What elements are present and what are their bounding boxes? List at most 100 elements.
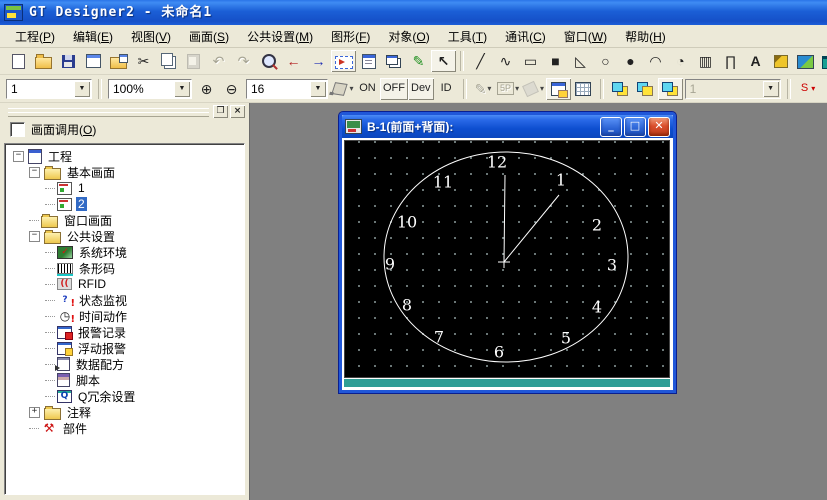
screen-list-button[interactable]	[356, 50, 381, 72]
tree-item-folder[interactable]: −公共设置	[7, 228, 242, 244]
state-off-button[interactable]: OFF	[380, 78, 408, 100]
tree-item-parts[interactable]: ⚒部件	[7, 420, 242, 436]
draw-arc-button[interactable]: ◠	[643, 50, 668, 72]
tree-item-folder[interactable]: 窗口画面	[7, 212, 242, 228]
tree-item-folder[interactable]: −基本画面	[7, 164, 242, 180]
tree-item-screen-1[interactable]: 1	[7, 180, 242, 196]
edge-tool-button[interactable]	[820, 78, 827, 100]
tree-item-status[interactable]: ?!状态监视	[7, 292, 242, 308]
tree-expander-icon[interactable]: −	[29, 231, 40, 242]
panel-grip[interactable]: ❐ ×	[4, 105, 245, 117]
grid-size-select[interactable]: 16▼	[246, 79, 328, 99]
layer-back-button[interactable]	[658, 78, 683, 100]
cut-button[interactable]: ✂	[131, 50, 156, 72]
grid-color-button[interactable]: ▾	[330, 78, 355, 100]
screen-preview-button[interactable]	[256, 50, 281, 72]
text-size-button[interactable]: 5P▾	[496, 78, 521, 100]
tree-item-alarmfloat[interactable]: 浮动报警	[7, 340, 242, 356]
layer-select[interactable]: 1▼	[685, 79, 781, 99]
tree-item-alarmrec[interactable]: 报警记录	[7, 324, 242, 340]
menu-item-h[interactable]: 帮助(H)	[616, 25, 675, 48]
tree-item-recipe[interactable]: 数据配方	[7, 356, 242, 372]
save-project-button[interactable]	[56, 50, 81, 72]
security-level-button[interactable]: S▾	[795, 78, 820, 100]
panel-restore-button[interactable]: ❐	[213, 105, 228, 118]
menu-item-t[interactable]: 工具(T)	[439, 25, 496, 48]
screen-number-select[interactable]: 1▼	[6, 79, 92, 99]
draw-line-button[interactable]: ╱	[468, 50, 493, 72]
text-style-button[interactable]: ✎▾	[471, 78, 496, 100]
layer-middle-button[interactable]	[633, 78, 658, 100]
new-screen-button[interactable]	[81, 50, 106, 72]
layer-front-button[interactable]	[608, 78, 633, 100]
select-tool-button[interactable]: ↖	[431, 50, 456, 72]
menu-item-w[interactable]: 窗口(W)	[555, 25, 616, 48]
draw-scale-button[interactable]: ▥	[693, 50, 718, 72]
tree-item-sysenv[interactable]: ✓系统环境	[7, 244, 242, 260]
draw-polygon-button[interactable]: ◺	[568, 50, 593, 72]
minimize-button[interactable]: _	[600, 117, 622, 137]
tree-item-project[interactable]: −工程	[7, 148, 242, 164]
tree-item-qred[interactable]: QQ冗余设置	[7, 388, 242, 404]
panel-close-button[interactable]: ×	[230, 105, 245, 118]
tree-expander-icon[interactable]: +	[29, 407, 40, 418]
tree-item-time[interactable]: ◷!时间动作	[7, 308, 242, 324]
close-button[interactable]: ✕	[648, 117, 670, 137]
menu-item-s[interactable]: 画面(S)	[180, 25, 238, 48]
zoom-level-select[interactable]: 100%▼	[108, 79, 192, 99]
dropdown-arrow-icon[interactable]: ▼	[763, 81, 779, 97]
tree-item-rfid[interactable]: ((RFID	[7, 276, 242, 292]
draw-piping-button[interactable]: ∏	[718, 50, 743, 72]
draw-edit-pen-button[interactable]: ✎	[406, 50, 431, 72]
fill-color-button[interactable]: ▾	[521, 78, 546, 100]
open-screen-button[interactable]	[106, 50, 131, 72]
tree-item-script[interactable]: 脚本	[7, 372, 242, 388]
draw-circle-filled-button[interactable]: ●	[618, 50, 643, 72]
draw-ellipse-button[interactable]: ○	[593, 50, 618, 72]
draw-text-button[interactable]: A	[743, 50, 768, 72]
copy-button[interactable]	[156, 50, 181, 72]
draw-panel-button[interactable]	[818, 50, 827, 72]
zoom-in-button[interactable]: ⊕	[194, 78, 219, 100]
data-view-button[interactable]	[571, 78, 596, 100]
window-preview-button[interactable]	[546, 78, 571, 100]
draw-polyline-button[interactable]: ∿	[493, 50, 518, 72]
tree-item-barcode[interactable]: 条形码	[7, 260, 242, 276]
window-titlebar[interactable]: GT Designer2 - 未命名1	[0, 0, 827, 25]
menu-item-e[interactable]: 编辑(E)	[64, 25, 122, 48]
menu-item-m[interactable]: 公共设置(M)	[238, 25, 322, 48]
zoom-out-button[interactable]: ⊖	[219, 78, 244, 100]
redo-button[interactable]: ↷	[231, 50, 256, 72]
tree-expander-icon[interactable]: −	[29, 167, 40, 178]
tree-item-screen-2[interactable]: 2	[7, 196, 242, 212]
menu-item-p[interactable]: 工程(P)	[6, 25, 64, 48]
open-project-button[interactable]	[31, 50, 56, 72]
dropdown-arrow-icon[interactable]: ▼	[174, 81, 190, 97]
maximize-button[interactable]: □	[624, 117, 646, 137]
draw-sector-button[interactable]: ◔	[668, 50, 693, 72]
menu-item-v[interactable]: 视图(V)	[122, 25, 180, 48]
app-icon[interactable]	[4, 4, 23, 21]
paint-brush-button[interactable]	[768, 50, 793, 72]
dropdown-arrow-icon[interactable]: ▼	[74, 81, 90, 97]
next-screen-button[interactable]: →	[306, 50, 331, 72]
screen-canvas[interactable]: 121234567891011	[344, 140, 670, 378]
window-cascade-button[interactable]	[381, 50, 406, 72]
id-display-button[interactable]: ID	[434, 78, 459, 100]
menu-item-f[interactable]: 图形(F)	[322, 25, 379, 48]
previous-screen-button[interactable]: ←	[281, 50, 306, 72]
screen-call-checkbox[interactable]	[10, 122, 25, 137]
tree-item-folder[interactable]: +注释	[7, 404, 242, 420]
screen-editor-titlebar[interactable]: B-1(前面+背面): _ □ ✕	[342, 115, 673, 138]
clock-drawing[interactable]: 121234567891011	[345, 141, 669, 377]
draw-rectangle-filled-button[interactable]: ■	[543, 50, 568, 72]
draw-rectangle-button[interactable]: ▭	[518, 50, 543, 72]
import-image-button[interactable]	[793, 50, 818, 72]
tree-expander-icon[interactable]: −	[13, 151, 24, 162]
menu-item-c[interactable]: 通讯(C)	[496, 25, 555, 48]
screen-jump-button[interactable]	[331, 50, 356, 72]
menu-item-o[interactable]: 对象(O)	[379, 25, 438, 48]
undo-button[interactable]: ↶	[206, 50, 231, 72]
new-project-button[interactable]	[6, 50, 31, 72]
dropdown-arrow-icon[interactable]: ▼	[310, 81, 326, 97]
